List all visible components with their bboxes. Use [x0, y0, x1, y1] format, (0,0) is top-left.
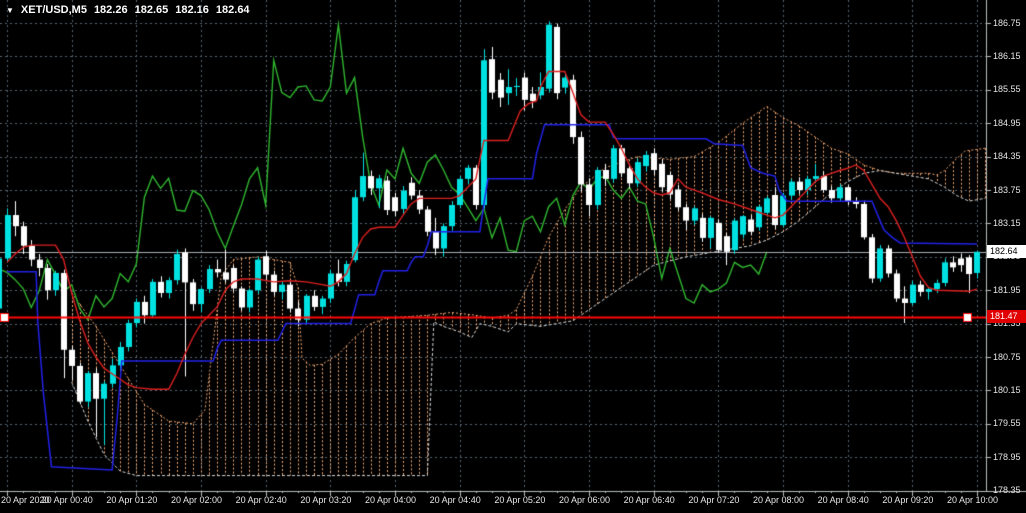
price-axis-label: 183.75: [993, 184, 1021, 195]
ohlc-low-value: 182.16: [175, 4, 209, 16]
price-axis-label: 183.15: [993, 217, 1021, 228]
hline-price-tag: 181.47: [987, 310, 1026, 324]
time-axis-label: 20 Apr 08:00: [753, 495, 805, 505]
time-axis-label: 20 Apr 09:20: [882, 495, 934, 505]
ohlc-open-value: 182.26: [93, 4, 128, 16]
time-axis-label: 20 Apr 02:40: [235, 495, 287, 505]
symbol-dropdown-icon[interactable]: ▼: [6, 6, 14, 15]
time-axis-label: 20 Apr 10:00: [947, 495, 999, 505]
chart-symbol-timeframe: XET/USD,M5: [20, 4, 87, 16]
price-axis-label: 180.15: [993, 384, 1021, 395]
time-axis-label: 20 Apr 01:20: [106, 495, 158, 505]
time-axis-label: 20 Apr 04:40: [429, 495, 481, 505]
price-axis-label: 186.15: [993, 50, 1021, 61]
ohlc-close-value: 182.64: [215, 4, 250, 16]
time-axis-label: 20 Apr 03:20: [300, 495, 352, 505]
time-axis-label: 20 Apr 02:00: [171, 495, 223, 505]
price-axis-label: 181.95: [993, 284, 1021, 295]
bid-price-tag: 182.64: [987, 245, 1026, 259]
chart-title-bar: ▼ XET/USD,M5 182.26 182.65 182.16 182.64: [6, 4, 250, 16]
time-axis-label: 20 Apr 08:40: [817, 495, 869, 505]
price-axis-label: 184.95: [993, 117, 1021, 128]
time-axis-label: 20 Apr 04:00: [365, 495, 417, 505]
price-axis-label: 185.55: [993, 84, 1021, 95]
price-chart-canvas[interactable]: [0, 0, 1026, 513]
time-axis-label: 20 Apr 07:20: [688, 495, 740, 505]
time-axis[interactable]: 20 Apr 2020 20 Apr 00:40 20 Apr 01:20 20 Ap…: [0, 491, 1026, 513]
price-axis-label: 180.75: [993, 351, 1021, 362]
time-axis-label: 20 Apr 06:40: [623, 495, 675, 505]
time-axis-label: 20 Apr 00:40: [41, 495, 93, 505]
price-axis-label: 179.55: [993, 418, 1021, 429]
chart-window: ▼ XET/USD,M5 182.26 182.65 182.16 182.64…: [0, 0, 1026, 513]
time-axis-label: 20 Apr 05:20: [494, 495, 546, 505]
price-axis-label: 186.75: [993, 17, 1021, 28]
time-axis-label: 20 Apr 06:00: [559, 495, 611, 505]
ohlc-high-value: 182.65: [134, 4, 169, 16]
price-axis-label: 184.35: [993, 151, 1021, 162]
price-axis-label: 178.95: [993, 451, 1021, 462]
